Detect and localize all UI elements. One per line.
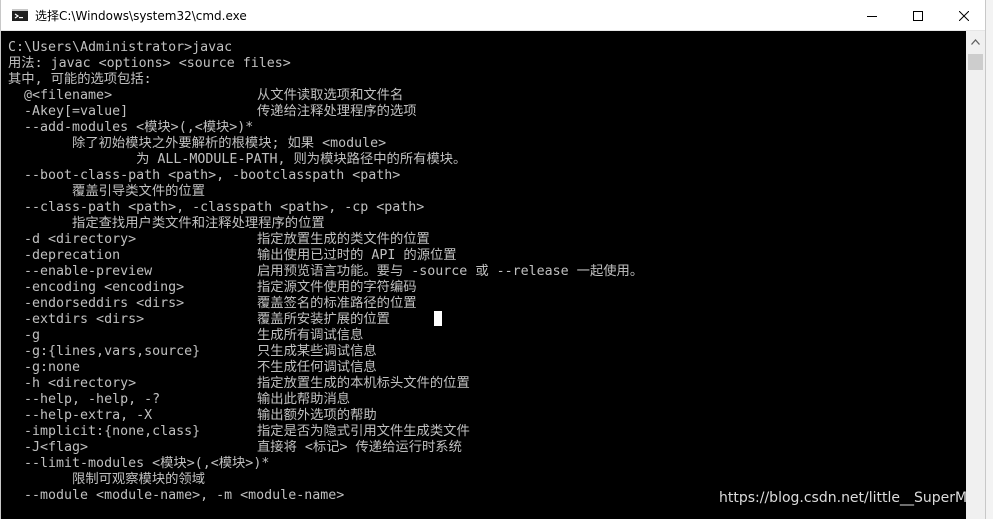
console-line-text: -h <directory> — [8, 376, 137, 391]
console-line-text: -g:none — [8, 360, 81, 375]
console-line-text: --limit-modules <模块>(,<模块>)* — [8, 456, 270, 471]
console-line: -g 生成所有调试信息 — [8, 328, 363, 344]
console-line: @<filename> 从文件读取选项和文件名 — [8, 88, 403, 104]
close-icon — [959, 10, 969, 21]
console-line-text: -encoding <encoding> — [8, 280, 185, 295]
console-line-description: 输出额外选项的帮助 — [257, 408, 377, 423]
console-line-description: 只生成某些调试信息 — [257, 344, 377, 359]
text-cursor — [434, 311, 442, 326]
console-line-description: 覆盖所安装扩展的位置 — [257, 312, 390, 327]
console-line-text: 为 ALL-MODULE-PATH, 则为模块路径中的所有模块。 — [8, 152, 467, 167]
console-output[interactable]: C:\Users\Administrator>javac 用法: javac <o… — [8, 40, 963, 519]
console-line-description: 输出此帮助消息 — [257, 392, 351, 407]
console-line-text: --help, -help, -? — [8, 392, 161, 407]
console-line-text: 限制可观察模块的领域 — [8, 472, 206, 487]
console-line-text: @<filename> — [8, 88, 113, 103]
vertical-scrollbar[interactable] — [966, 31, 985, 519]
console-line: --module <module-name>, -m <module-name> — [8, 488, 344, 504]
console-line-description: 启用预览语言功能。要与 -source 或 --release 一起使用。 — [257, 264, 644, 279]
console-line: --class-path <path>, -classpath <path>, … — [8, 200, 424, 216]
console-line: 用法: javac <options> <source files> — [8, 56, 291, 72]
window-controls — [849, 0, 985, 31]
console-line-text: -g:{lines,vars,source} — [8, 344, 201, 359]
console-line-description: 从文件读取选项和文件名 — [257, 88, 404, 103]
console-line: -implicit:{none,class} 指定是否为隐式引用文件生成类文件 — [8, 424, 470, 440]
window-title: 选择C:\Windows\system32\cmd.exe — [35, 8, 247, 23]
console-line: -extdirs <dirs> 覆盖所安装扩展的位置 — [8, 312, 390, 328]
console-line-description: 指定放置生成的本机标头文件的位置 — [257, 376, 470, 391]
console-line-text: -Akey[=value] — [8, 104, 129, 119]
console-line-description: 传递给注释处理程序的选项 — [257, 104, 417, 119]
console-line: --help-extra, -X 输出额外选项的帮助 — [8, 408, 377, 424]
console-line-text: -J<flag> — [8, 440, 89, 455]
console-line: -deprecation 输出使用已过时的 API 的源位置 — [8, 248, 457, 264]
console-line-description: 输出使用已过时的 API 的源位置 — [257, 248, 457, 263]
console-line-description: 指定源文件使用的字符编码 — [257, 280, 417, 295]
console-line: --add-modules <模块>(,<模块>)* — [8, 120, 253, 136]
window-edge — [986, 0, 993, 519]
console-line-text: -implicit:{none,class} — [8, 424, 201, 439]
console-line: -g:{lines,vars,source} 只生成某些调试信息 — [8, 344, 377, 360]
console-line: -Akey[=value] 传递给注释处理程序的选项 — [8, 104, 417, 120]
scroll-up-button[interactable] — [966, 31, 985, 50]
scroll-thumb[interactable] — [968, 54, 983, 70]
console-line-text: -extdirs <dirs> — [8, 312, 145, 327]
console-line-text: --module <module-name>, -m <module-name> — [8, 488, 345, 503]
console-line-description: 覆盖签名的标准路径的位置 — [257, 296, 417, 311]
console-line: 为 ALL-MODULE-PATH, 则为模块路径中的所有模块。 — [8, 152, 466, 168]
minimize-button[interactable] — [849, 0, 895, 31]
cmd-window: 选择C:\Windows\system32\cmd.exe C:\Users\A… — [0, 0, 986, 519]
console-line: -g:none 不生成任何调试信息 — [8, 360, 377, 376]
console-line-text: --class-path <path>, -classpath <path>, … — [8, 200, 425, 215]
console-line-description: 指定放置生成的类文件的位置 — [257, 232, 430, 247]
console-line-text: --help-extra, -X — [8, 408, 153, 423]
console-line-text: 用法: javac <options> <source files> — [8, 56, 291, 71]
console-line: -d <directory> 指定放置生成的类文件的位置 — [8, 232, 430, 248]
maximize-icon — [913, 10, 923, 21]
console-line-text: -d <directory> — [8, 232, 137, 247]
console-line-description: 直接将 <标记> 传递给运行时系统 — [257, 440, 462, 455]
arrow-up-icon — [971, 32, 980, 50]
console-line-text: 指定查找用户类文件和注释处理程序的位置 — [8, 216, 325, 231]
console-line: C:\Users\Administrator>javac — [8, 40, 232, 56]
console-line-description: 不生成任何调试信息 — [257, 360, 377, 375]
console-line: -J<flag> 直接将 <标记> 传递给运行时系统 — [8, 440, 462, 456]
console-line-text: -endorseddirs <dirs> — [8, 296, 185, 311]
console-line: --boot-class-path <path>, -bootclasspath… — [8, 168, 400, 184]
console-line-text: -deprecation — [8, 248, 121, 263]
console-line-text: -g — [8, 328, 41, 343]
console-line-text: --enable-preview — [8, 264, 153, 279]
console-line: 限制可观察模块的领域 — [8, 472, 205, 488]
console-line: -h <directory> 指定放置生成的本机标头文件的位置 — [8, 376, 470, 392]
console-line: 指定查找用户类文件和注释处理程序的位置 — [8, 216, 325, 232]
console-line: --enable-preview 启用预览语言功能。要与 -source 或 --… — [8, 264, 643, 280]
console-line: -encoding <encoding> 指定源文件使用的字符编码 — [8, 280, 417, 296]
console-line: 覆盖引导类文件的位置 — [8, 184, 205, 200]
maximize-button[interactable] — [895, 0, 941, 31]
console-line-text: 其中, 可能的选项包括: — [8, 72, 152, 87]
console-line-text: 覆盖引导类文件的位置 — [8, 184, 206, 199]
minimize-icon — [867, 11, 877, 21]
cmd-icon — [12, 9, 28, 21]
console-line-text: C:\Users\Administrator>javac — [8, 40, 233, 55]
console-line-text: 除了初始模块之外要解析的根模块; 如果 <module> — [8, 136, 387, 151]
watermark-text: https://blog.csdn.net/little__SuperM — [719, 490, 968, 506]
console-line: 其中, 可能的选项包括: — [8, 72, 152, 88]
console-line-text: --add-modules <模块>(,<模块>)* — [8, 120, 254, 135]
console-line-description: 生成所有调试信息 — [257, 328, 364, 343]
console-line-description: 指定是否为隐式引用文件生成类文件 — [257, 424, 470, 439]
console-line: -endorseddirs <dirs> 覆盖签名的标准路径的位置 — [8, 296, 417, 312]
console-line: --limit-modules <模块>(,<模块>)* — [8, 456, 269, 472]
console-line: --help, -help, -? 输出此帮助消息 — [8, 392, 350, 408]
console-line-text: --boot-class-path <path>, -bootclasspath… — [8, 168, 401, 183]
title-bar[interactable]: 选择C:\Windows\system32\cmd.exe — [1, 0, 985, 31]
close-button[interactable] — [941, 0, 985, 31]
console-line: 除了初始模块之外要解析的根模块; 如果 <module> — [8, 136, 386, 152]
